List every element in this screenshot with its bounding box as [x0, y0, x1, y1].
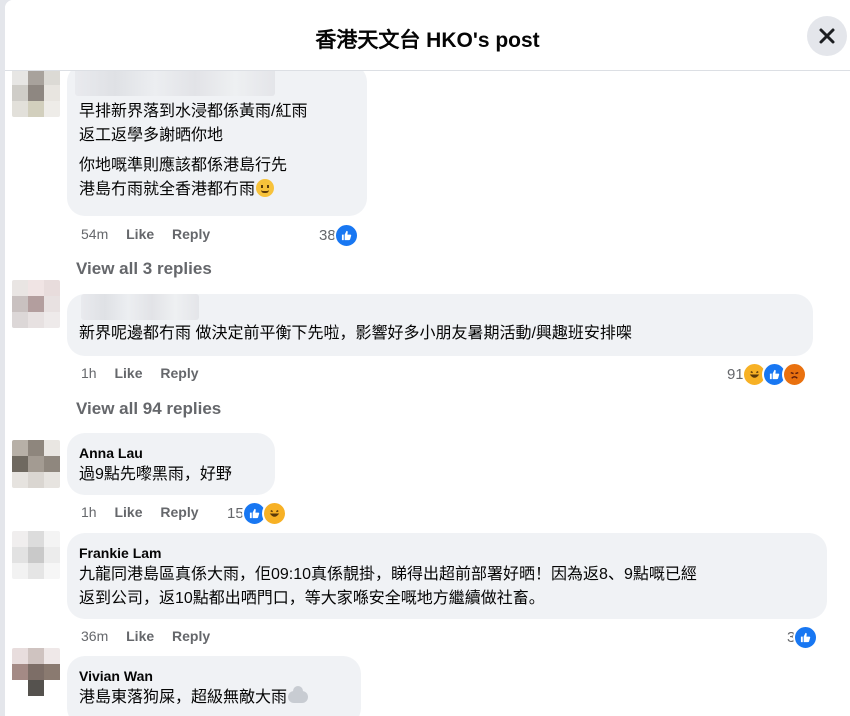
cloud-emoji-icon: [288, 686, 309, 703]
dialog-title: 香港天文台 HKO's post: [315, 29, 540, 52]
like-icon: [333, 223, 359, 248]
avatar[interactable]: [12, 648, 60, 696]
commenter-name[interactable]: Frankie Lam: [79, 544, 815, 562]
view-replies-link[interactable]: View all 94 replies: [76, 399, 221, 419]
comment-text: 新界呢邊都冇雨 做決定前平衡下先啦，影響好多小朋友暑期活動/興趣班安排㗎: [79, 325, 632, 342]
like-button[interactable]: Like: [126, 226, 154, 242]
view-replies-link[interactable]: View all 3 replies: [76, 259, 212, 279]
close-button[interactable]: [807, 16, 847, 56]
avatar[interactable]: [12, 69, 60, 117]
reply-button[interactable]: Reply: [172, 628, 210, 644]
like-button[interactable]: Like: [114, 365, 142, 381]
reply-button[interactable]: Reply: [172, 226, 210, 242]
comment-bubble: Frankie Lam 九龍同港島區真係大雨，佢09:10真係靚掛，睇得出超前部…: [67, 533, 827, 619]
comment-actions: 1h Like Reply: [81, 365, 213, 381]
avatar[interactable]: [12, 440, 60, 488]
post-dialog: 香港天文台 HKO's post 早排新界落到水浸都係黃雨/紅雨 返工返學多謝晒…: [5, 0, 850, 716]
comment-time[interactable]: 1h: [81, 365, 97, 381]
like-button[interactable]: Like: [126, 628, 154, 644]
comment-text: 九龍同港島區真係大雨，佢09:10真係靚掛，睇得出超前部署好晒！因為返8、9點嘅…: [79, 566, 697, 607]
comment-bubble: Vivian Wan 港島東落狗屎，超級無敵大雨: [67, 656, 361, 716]
comment-actions: 54m Like Reply: [81, 226, 224, 242]
comment-text: 港島東落狗屎，超級無敵大雨: [79, 686, 349, 710]
close-icon: [819, 28, 835, 44]
reply-button[interactable]: Reply: [160, 504, 198, 520]
reaction-summary[interactable]: 91: [727, 362, 807, 387]
reaction-summary[interactable]: 3: [787, 625, 819, 650]
comment-time[interactable]: 54m: [81, 226, 108, 242]
avatar[interactable]: [12, 531, 60, 579]
like-icon: [793, 625, 819, 650]
commenter-name[interactable]: Anna Lau: [79, 444, 263, 462]
haha-icon: [261, 501, 287, 526]
angry-icon: [781, 362, 807, 387]
comment-text: 過9點先嚟黑雨，好野: [79, 466, 232, 483]
comment-time[interactable]: 1h: [81, 504, 97, 520]
commenter-name[interactable]: Vivian Wan: [79, 667, 349, 685]
comment-actions: 1h Like Reply: [81, 504, 213, 520]
comment-bubble: 早排新界落到水浸都係黃雨/紅雨 返工返學多謝晒你地 你地嘅準則應該都係港島行先 …: [67, 64, 367, 216]
comment-bubble: Anna Lau 過9點先嚟黑雨，好野: [67, 433, 275, 495]
reaction-summary[interactable]: 38: [319, 223, 359, 248]
comment-actions: 36m Like Reply: [81, 628, 224, 644]
commenter-name-blurred[interactable]: [81, 294, 199, 320]
avatar[interactable]: [12, 280, 60, 328]
emoji-icon: [256, 179, 275, 197]
comment-text: 早排新界落到水浸都係黃雨/紅雨 返工返學多謝晒你地 你地嘅準則應該都係港島行先 …: [79, 103, 308, 198]
commenter-name-blurred[interactable]: [75, 68, 275, 96]
reply-button[interactable]: Reply: [160, 365, 198, 381]
reaction-summary[interactable]: 15: [227, 501, 287, 526]
comment-time[interactable]: 36m: [81, 628, 108, 644]
like-button[interactable]: Like: [114, 504, 142, 520]
dialog-header: 香港天文台 HKO's post: [5, 0, 850, 71]
comment-bubble: 新界呢邊都冇雨 做決定前平衡下先啦，影響好多小朋友暑期活動/興趣班安排㗎: [67, 294, 813, 356]
